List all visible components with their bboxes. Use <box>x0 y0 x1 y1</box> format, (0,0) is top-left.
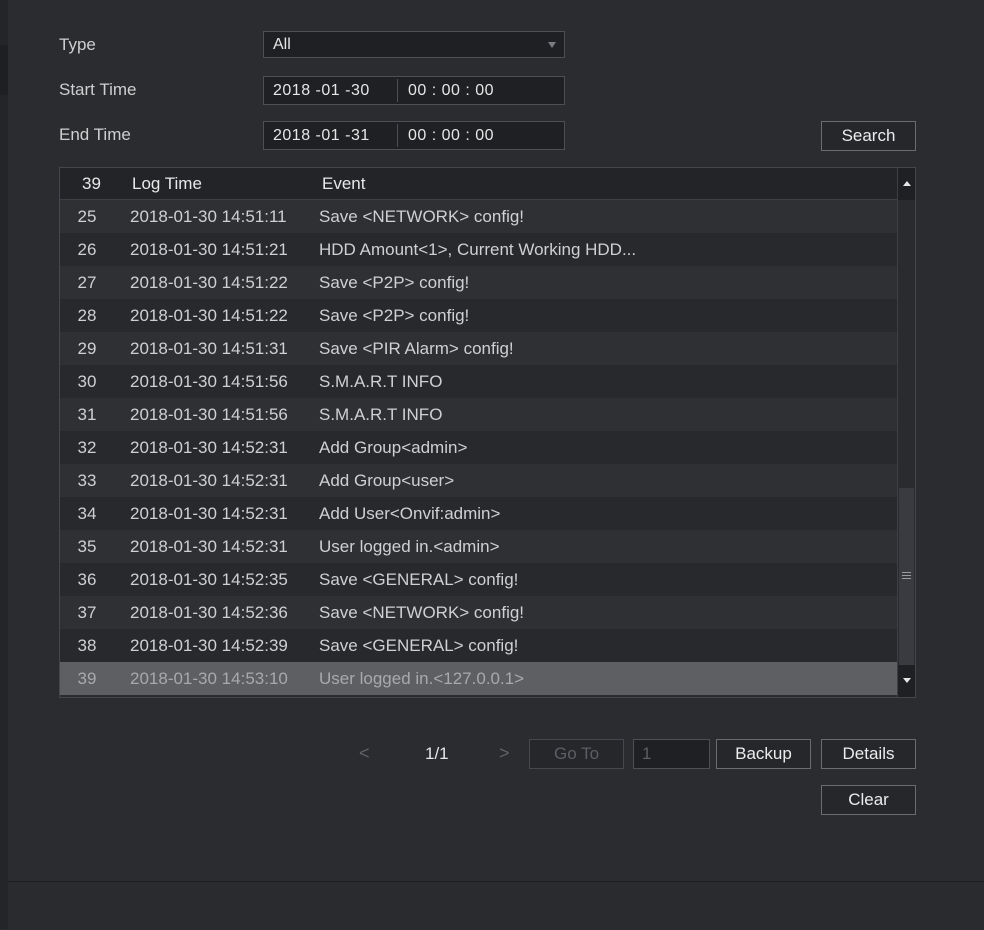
table-row[interactable]: 37 2018-01-30 14:52:36 Save <NETWORK> conf… <box>60 596 897 629</box>
next-page-icon[interactable]: > <box>499 743 510 764</box>
row-number: 38 <box>77 636 97 655</box>
row-event: User logged in.<127.0.0.1> <box>319 669 525 688</box>
row-event: Save <P2P> config! <box>319 273 470 292</box>
row-log-time: 2018-01-30 14:52:35 <box>130 570 288 589</box>
table-row[interactable]: 30 2018-01-30 14:51:56 S.M.A.R.T INFO <box>60 365 897 398</box>
row-log-time: 2018-01-30 14:52:36 <box>130 603 288 622</box>
start-time-label: Start Time <box>59 80 137 99</box>
details-button[interactable]: Details <box>821 739 916 769</box>
clear-button[interactable]: Clear <box>821 785 916 815</box>
row-event: HDD Amount<1>, Current Working HDD... <box>319 240 637 259</box>
log-table-header: 39 Log Time Event <box>60 168 897 200</box>
row-number: 37 <box>77 603 97 622</box>
scroll-up-button[interactable] <box>898 168 915 200</box>
table-row[interactable]: 27 2018-01-30 14:51:22 Save <P2P> config! <box>60 266 897 299</box>
row-log-time: 2018-01-30 14:51:22 <box>130 306 288 325</box>
prev-page-icon[interactable]: < <box>359 743 370 764</box>
row-log-time: 2018-01-30 14:51:21 <box>130 240 288 259</box>
row-number: 36 <box>77 570 97 589</box>
row-log-time: 2018-01-30 14:51:11 <box>130 207 287 226</box>
start-time-field[interactable]: 2018 -01 -30 00 : 00 : 00 <box>263 76 565 105</box>
left-edge-panel <box>0 0 8 929</box>
backup-button[interactable]: Backup <box>716 739 811 769</box>
table-row[interactable]: 29 2018-01-30 14:51:31 Save <PIR Alarm> co… <box>60 332 897 365</box>
row-number: 39 <box>77 669 97 688</box>
row-number: 30 <box>77 372 97 391</box>
scroll-down-button[interactable] <box>898 665 915 697</box>
end-clock-value[interactable]: 00 : 00 : 00 <box>408 127 494 145</box>
row-log-time: 2018-01-30 14:52:31 <box>130 504 288 523</box>
row-number: 26 <box>77 240 97 259</box>
row-log-time: 2018-01-30 14:52:39 <box>130 636 288 655</box>
row-number: 33 <box>77 471 97 490</box>
table-row[interactable]: 38 2018-01-30 14:52:39 Save <GENERAL> conf… <box>60 629 897 662</box>
go-to-button[interactable]: Go To <box>529 739 624 769</box>
page-indicator: 1/1 <box>425 744 449 763</box>
row-event: Save <P2P> config! <box>319 306 470 325</box>
end-time-label: End Time <box>59 125 131 144</box>
row-log-time: 2018-01-30 14:52:31 <box>130 537 288 556</box>
row-number: 31 <box>77 405 97 424</box>
dropdown-arrow-icon <box>548 42 556 48</box>
table-row[interactable]: 25 2018-01-30 14:51:11 Save <NETWORK> conf… <box>60 200 897 233</box>
row-event: S.M.A.R.T INFO <box>319 372 443 391</box>
column-header-event[interactable]: Event <box>322 174 365 194</box>
table-row[interactable]: 33 2018-01-30 14:52:31 Add Group<user> <box>60 464 897 497</box>
table-row[interactable]: 32 2018-01-30 14:52:31 Add Group<admin> <box>60 431 897 464</box>
end-date-value[interactable]: 2018 -01 -31 <box>273 127 370 145</box>
log-rows: 25 2018-01-30 14:51:11 Save <NETWORK> conf… <box>60 200 897 695</box>
table-row[interactable]: 28 2018-01-30 14:51:22 Save <P2P> config! <box>60 299 897 332</box>
scroll-grip-icon <box>902 572 911 581</box>
type-select-value: All <box>273 36 291 53</box>
row-event: Add Group<user> <box>319 471 455 490</box>
row-number: 27 <box>77 273 97 292</box>
table-row[interactable]: 36 2018-01-30 14:52:35 Save <GENERAL> conf… <box>60 563 897 596</box>
column-header-log-time[interactable]: Log Time <box>132 174 202 194</box>
table-row[interactable]: 26 2018-01-30 14:51:21 HDD Amount<1>, Curr… <box>60 233 897 266</box>
row-log-time: 2018-01-30 14:52:31 <box>130 438 288 457</box>
scroll-down-icon <box>903 678 911 683</box>
log-scrollbar[interactable] <box>897 168 915 697</box>
log-count: 39 <box>82 174 101 193</box>
row-number: 34 <box>77 504 97 523</box>
row-event: User logged in.<admin> <box>319 537 500 556</box>
table-row[interactable]: 31 2018-01-30 14:51:56 S.M.A.R.T INFO <box>60 398 897 431</box>
row-log-time: 2018-01-30 14:52:31 <box>130 471 288 490</box>
row-event: S.M.A.R.T INFO <box>319 405 443 424</box>
left-edge-marker <box>0 45 8 95</box>
table-row[interactable]: 34 2018-01-30 14:52:31 Add User<Onvif:admi… <box>60 497 897 530</box>
row-log-time: 2018-01-30 14:51:56 <box>130 372 288 391</box>
table-row[interactable]: 35 2018-01-30 14:52:31 User logged in.<adm… <box>60 530 897 563</box>
row-log-time: 2018-01-30 14:51:22 <box>130 273 288 292</box>
row-event: Save <GENERAL> config! <box>319 636 519 655</box>
page-number-input[interactable]: 1 <box>633 739 710 769</box>
start-time-divider <box>397 79 398 102</box>
row-number: 25 <box>77 207 97 226</box>
end-time-divider <box>397 124 398 147</box>
row-number: 35 <box>77 537 97 556</box>
scroll-up-icon <box>903 181 911 186</box>
bottom-bar <box>8 881 984 930</box>
row-event: Save <GENERAL> config! <box>319 570 519 589</box>
row-event: Save <NETWORK> config! <box>319 603 525 622</box>
start-clock-value[interactable]: 00 : 00 : 00 <box>408 82 494 100</box>
search-button[interactable]: Search <box>821 121 916 151</box>
scroll-thumb[interactable] <box>899 488 914 665</box>
row-log-time: 2018-01-30 14:51:31 <box>130 339 288 358</box>
type-label: Type <box>59 35 96 54</box>
start-date-value[interactable]: 2018 -01 -30 <box>273 82 370 100</box>
type-select[interactable]: All <box>263 31 565 58</box>
row-number: 32 <box>77 438 97 457</box>
row-number: 29 <box>77 339 97 358</box>
row-log-time: 2018-01-30 14:53:10 <box>130 669 288 688</box>
row-event: Add User<Onvif:admin> <box>319 504 501 523</box>
row-event: Save <NETWORK> config! <box>319 207 525 226</box>
row-event: Add Group<admin> <box>319 438 468 457</box>
row-event: Save <PIR Alarm> config! <box>319 339 514 358</box>
end-time-field[interactable]: 2018 -01 -31 00 : 00 : 00 <box>263 121 565 150</box>
row-log-time: 2018-01-30 14:51:56 <box>130 405 288 424</box>
log-table: 39 Log Time Event 25 2018-01-30 14:51:11 S… <box>59 167 916 698</box>
row-number: 28 <box>77 306 97 325</box>
table-row[interactable]: 39 2018-01-30 14:53:10 User logged in.<127… <box>60 662 897 695</box>
